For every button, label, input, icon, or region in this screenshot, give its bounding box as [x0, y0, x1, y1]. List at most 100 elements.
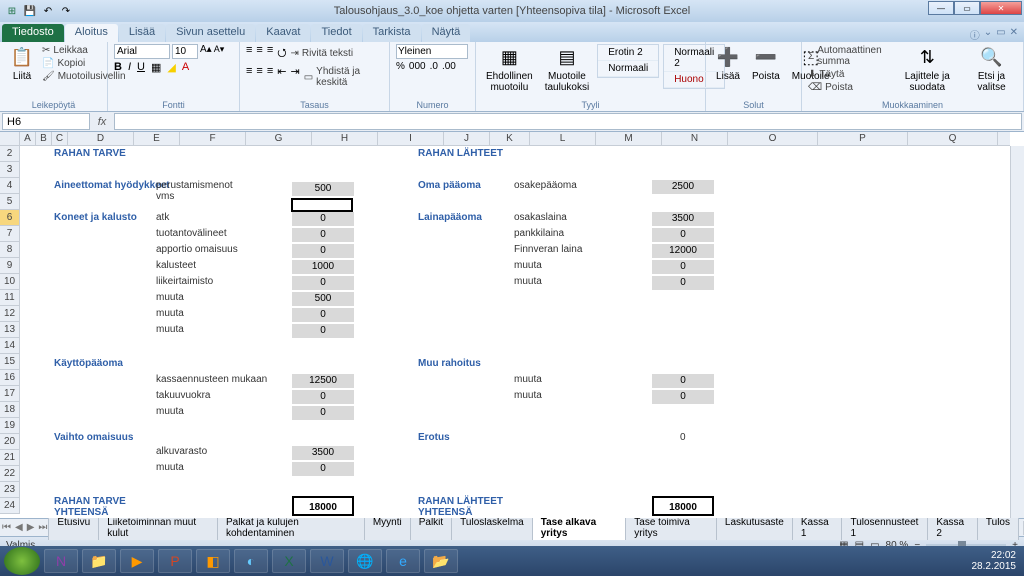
vertical-scrollbar[interactable]	[1010, 146, 1024, 518]
col-E[interactable]: E	[134, 132, 180, 145]
sheet-tab[interactable]: Palkit	[410, 515, 452, 540]
col-H[interactable]: H	[312, 132, 378, 145]
row-7[interactable]: 7	[0, 226, 20, 242]
taskbar-explorer[interactable]: 📁	[82, 549, 116, 573]
font-size[interactable]	[172, 44, 198, 59]
name-box[interactable]	[2, 113, 90, 130]
number-format[interactable]	[396, 44, 468, 59]
row-4[interactable]: 4	[0, 178, 20, 194]
column-headers[interactable]: ABCDEFGHIJKLMNOPQ	[0, 132, 1010, 146]
row-16[interactable]: 16	[0, 370, 20, 386]
maximize-button[interactable]: ▭	[954, 1, 980, 15]
autosum-button[interactable]: Σ Automaattinen summa	[808, 44, 889, 68]
tab-formulas[interactable]: Kaavat	[256, 24, 310, 42]
sheet-tab[interactable]: Etusivu	[48, 515, 99, 540]
col-N[interactable]: N	[662, 132, 728, 145]
help-icons[interactable]: ⓘ⌄▭✕	[970, 27, 1018, 42]
row-5[interactable]: 5	[0, 194, 20, 210]
grow-font-icon[interactable]: A▴	[200, 44, 212, 59]
tab-insert[interactable]: Lisää	[119, 24, 165, 42]
row-14[interactable]: 14	[0, 338, 20, 354]
row-8[interactable]: 8	[0, 242, 20, 258]
row-18[interactable]: 18	[0, 402, 20, 418]
row-9[interactable]: 9	[0, 258, 20, 274]
row-6[interactable]: 6	[0, 210, 20, 226]
system-clock[interactable]: 22:0228.2.2015	[972, 550, 1021, 572]
col-M[interactable]: M	[596, 132, 662, 145]
sheet-tab[interactable]: Tase toimiva yritys	[625, 515, 717, 540]
tab-file[interactable]: Tiedosto	[2, 24, 64, 42]
undo-icon[interactable]: ↶	[40, 3, 56, 19]
row-13[interactable]: 13	[0, 322, 20, 338]
taskbar-folder[interactable]: 📂	[424, 549, 458, 573]
taskbar-mediaplayer[interactable]: ▶	[120, 549, 154, 573]
sheet-nav-first[interactable]: ⏮	[0, 522, 13, 533]
fx-icon[interactable]: fx	[92, 112, 112, 131]
font-name[interactable]	[114, 44, 170, 59]
col-K[interactable]: K	[490, 132, 530, 145]
taskbar-ppt[interactable]: P	[158, 549, 192, 573]
active-cell[interactable]	[291, 198, 353, 212]
row-12[interactable]: 12	[0, 306, 20, 322]
border-button[interactable]: ▦	[151, 61, 161, 74]
sheet-nav-next[interactable]: ▶	[25, 522, 37, 533]
row-11[interactable]: 11	[0, 290, 20, 306]
clear-button[interactable]: ⌫ Poista	[808, 81, 889, 94]
sheet-tab[interactable]: Palkat ja kulujen kohdentaminen	[217, 515, 365, 540]
sort-filter-button[interactable]: ⇅Lajittele ja suodata	[893, 44, 962, 95]
shrink-font-icon[interactable]: A▾	[214, 44, 225, 59]
tab-data[interactable]: Tiedot	[311, 24, 361, 42]
underline-button[interactable]: U	[137, 61, 145, 74]
col-F[interactable]: F	[180, 132, 246, 145]
taskbar-app2[interactable]: ◐	[234, 549, 268, 573]
col-B[interactable]: B	[36, 132, 52, 145]
col-A[interactable]: A	[20, 132, 36, 145]
taskbar-excel[interactable]: X	[272, 549, 306, 573]
row-19[interactable]: 19	[0, 418, 20, 434]
merge-button[interactable]: ▭ Yhdistä ja keskitä	[304, 65, 383, 89]
row-3[interactable]: 3	[0, 162, 20, 178]
fill-button[interactable]: ⬇ Täytä	[808, 68, 889, 81]
col-J[interactable]: J	[444, 132, 490, 145]
col-Q[interactable]: Q	[908, 132, 998, 145]
taskbar-chrome[interactable]: 🌐	[348, 549, 382, 573]
tab-pagelayout[interactable]: Sivun asettelu	[166, 24, 255, 42]
sheet-tab[interactable]: Tase alkava yritys	[532, 515, 627, 540]
sheet-tab[interactable]: Laskutusaste	[716, 515, 793, 540]
row-24[interactable]: 24	[0, 498, 20, 514]
tab-view[interactable]: Näytä	[422, 24, 471, 42]
taskbar-ie[interactable]: e	[386, 549, 420, 573]
col-L[interactable]: L	[530, 132, 596, 145]
row-10[interactable]: 10	[0, 274, 20, 290]
font-color-button[interactable]: A	[182, 61, 189, 74]
italic-button[interactable]: I	[128, 61, 131, 74]
insert-cells-button[interactable]: ➕Lisää	[712, 44, 744, 84]
sheet-tab[interactable]: Liiketoiminnan muut kulut	[98, 515, 218, 540]
fill-color-button[interactable]: ◢	[167, 61, 175, 74]
sheet-tab[interactable]: Tuloslaskelma	[451, 515, 533, 540]
bold-button[interactable]: B	[114, 61, 122, 74]
col-O[interactable]: O	[728, 132, 818, 145]
row-17[interactable]: 17	[0, 386, 20, 402]
spreadsheet-grid[interactable]: ABCDEFGHIJKLMNOPQ 23 45678910111213141516…	[0, 132, 1024, 518]
minimize-button[interactable]: —	[928, 1, 954, 15]
col-P[interactable]: P	[818, 132, 908, 145]
conditional-format-button[interactable]: ▦Ehdollinen muotoilu	[482, 44, 537, 95]
cell-styles[interactable]: Erotin 2Normaali	[597, 44, 659, 78]
formula-input[interactable]	[114, 113, 1022, 130]
row-15[interactable]: 15	[0, 354, 20, 370]
taskbar-onenote[interactable]: N	[44, 549, 78, 573]
paste-button[interactable]: 📋Liitä	[6, 44, 38, 84]
taskbar-word[interactable]: W	[310, 549, 344, 573]
delete-cells-button[interactable]: ➖Poista	[748, 44, 784, 84]
redo-icon[interactable]: ↷	[58, 3, 74, 19]
sheet-tab[interactable]: Myynti	[364, 515, 411, 540]
col-D[interactable]: D	[68, 132, 134, 145]
find-button[interactable]: 🔍Etsi ja valitse	[966, 44, 1017, 95]
taskbar-app1[interactable]: ◧	[196, 549, 230, 573]
sheet-tab[interactable]: Tulosennusteet 1	[841, 515, 928, 540]
row-headers[interactable]: 23456789101112131415161718192021222324	[0, 146, 20, 514]
close-button[interactable]: ✕	[980, 1, 1022, 15]
sheet-tab[interactable]: Kassa 1	[792, 515, 843, 540]
row-23[interactable]: 23	[0, 482, 20, 498]
